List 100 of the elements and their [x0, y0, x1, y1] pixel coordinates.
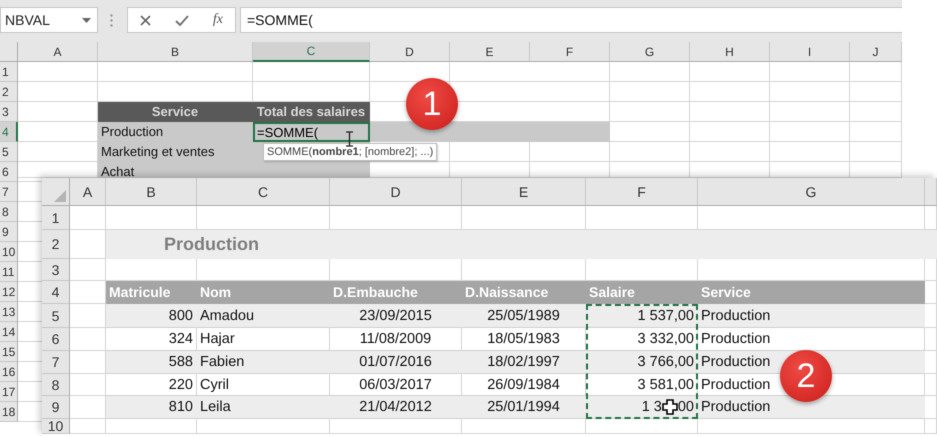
- column-header[interactable]: A: [70, 178, 106, 206]
- row-header[interactable]: 10: [0, 242, 18, 262]
- table-cell: Production: [698, 304, 925, 328]
- empty-cell[interactable]: [330, 419, 462, 434]
- empty-cell[interactable]: [925, 351, 937, 374]
- column-header[interactable]: I: [770, 42, 850, 62]
- column-header[interactable]: F: [530, 42, 610, 62]
- insert-function-button[interactable]: fx: [212, 12, 223, 28]
- table-cell: Cyril: [197, 374, 330, 396]
- table-header: Matricule: [106, 281, 197, 304]
- column-header[interactable]: H: [690, 42, 770, 62]
- table-cell: 25/01/1994: [462, 396, 586, 419]
- row-header[interactable]: 8: [0, 202, 18, 222]
- column-header[interactable]: F: [586, 178, 698, 206]
- row-header[interactable]: 9: [0, 222, 18, 242]
- column-header[interactable]: G: [698, 178, 925, 206]
- select-all-button[interactable]: [0, 42, 18, 62]
- table-cell: 18/05/1983: [462, 328, 586, 351]
- drag-handle-icon[interactable]: [110, 14, 113, 26]
- row-header[interactable]: 5: [0, 142, 18, 162]
- cell-text: 00: [678, 399, 694, 415]
- row-header[interactable]: 14: [0, 322, 18, 342]
- text-cursor-icon: [345, 131, 354, 147]
- table-cell: Production: [98, 122, 253, 142]
- empty-cell[interactable]: [698, 419, 925, 434]
- column-header[interactable]: C: [197, 178, 330, 206]
- table-cell: 800: [106, 304, 197, 328]
- row-header[interactable]: 6: [0, 162, 18, 182]
- row-header[interactable]: 11: [0, 262, 18, 282]
- row-header[interactable]: 15: [0, 342, 18, 362]
- column-header[interactable]: D: [370, 42, 450, 62]
- row-header[interactable]: 4: [42, 281, 70, 304]
- empty-cell[interactable]: [462, 419, 586, 434]
- table-cell: 06/03/2017: [330, 374, 462, 396]
- row-header[interactable]: 2: [0, 82, 18, 102]
- column-header[interactable]: A: [18, 42, 98, 62]
- empty-cell[interactable]: [925, 396, 937, 419]
- column-header[interactable]: D: [330, 178, 462, 206]
- row-header[interactable]: 17: [0, 382, 18, 402]
- sheet-title: Production: [106, 230, 937, 259]
- column-header[interactable]: [925, 178, 937, 206]
- empty-cell[interactable]: [925, 374, 937, 396]
- active-cell[interactable]: =SOMME(: [253, 122, 370, 142]
- table-cell: 01/07/2016: [330, 351, 462, 374]
- cell-text: 1 3: [642, 399, 662, 415]
- table-cell: Production: [698, 328, 925, 351]
- table-cell: Leila: [197, 396, 330, 419]
- table-cell: 3 766,00: [586, 351, 698, 374]
- table-cell: Amadou: [197, 304, 330, 328]
- select-all-icon[interactable]: [54, 190, 66, 202]
- check-icon[interactable]: [174, 14, 189, 26]
- empty-cell[interactable]: [925, 328, 937, 351]
- empty-cell[interactable]: [586, 419, 698, 434]
- table-cell: Achat: [98, 162, 253, 178]
- row-header[interactable]: 7: [0, 182, 18, 202]
- table-cell: 220: [106, 374, 197, 396]
- column-header[interactable]: B: [106, 178, 197, 206]
- table-cell: 588: [106, 351, 197, 374]
- row-header[interactable]: 12: [0, 282, 18, 302]
- table-cell: 810: [106, 396, 197, 419]
- table-header: Service: [98, 102, 253, 122]
- empty-cell[interactable]: [925, 281, 937, 304]
- cancel-icon[interactable]: [140, 14, 151, 26]
- row-header[interactable]: 16: [0, 362, 18, 382]
- column-header[interactable]: E: [462, 178, 586, 206]
- select-all-button[interactable]: [42, 178, 70, 206]
- empty-cell[interactable]: [925, 304, 937, 328]
- row-header[interactable]: 8: [42, 374, 70, 396]
- row-header[interactable]: 18: [0, 402, 18, 422]
- table-cell: 23/09/2015: [330, 304, 462, 328]
- table-header: D.Embauche: [330, 281, 462, 304]
- empty-cell[interactable]: [197, 419, 330, 434]
- column-header[interactable]: E: [450, 42, 530, 62]
- empty-cell[interactable]: [925, 419, 937, 434]
- row-header[interactable]: 10: [42, 419, 70, 434]
- table-cell: 25/05/1989: [462, 304, 586, 328]
- row-header[interactable]: 3: [0, 102, 18, 122]
- table-cell: Production: [698, 396, 925, 419]
- table-cell: 18/02/1997: [462, 351, 586, 374]
- move-cursor-icon: [662, 399, 678, 415]
- name-box[interactable]: NBVAL: [0, 7, 98, 33]
- row-header[interactable]: 4: [0, 122, 18, 142]
- row-header[interactable]: 1: [0, 62, 18, 82]
- empty-cell[interactable]: [106, 419, 197, 434]
- row-header[interactable]: 3: [42, 259, 70, 281]
- row-header[interactable]: 6: [42, 328, 70, 351]
- row-header[interactable]: 2: [42, 230, 70, 259]
- row-header[interactable]: 7: [42, 351, 70, 374]
- row-header[interactable]: 1: [42, 206, 70, 230]
- column-header[interactable]: G: [610, 42, 690, 62]
- row-header[interactable]: 13: [0, 302, 18, 322]
- table-cell: 11/08/2009: [330, 328, 462, 351]
- row-header[interactable]: 9: [42, 396, 70, 419]
- formula-field[interactable]: =SOMME(: [240, 7, 902, 33]
- column-header[interactable]: B: [98, 42, 253, 62]
- empty-cell[interactable]: [925, 259, 937, 281]
- dropdown-caret-icon[interactable]: [82, 18, 91, 22]
- row-header[interactable]: 5: [42, 304, 70, 328]
- column-header[interactable]: C: [253, 42, 370, 62]
- column-header[interactable]: J: [850, 42, 902, 62]
